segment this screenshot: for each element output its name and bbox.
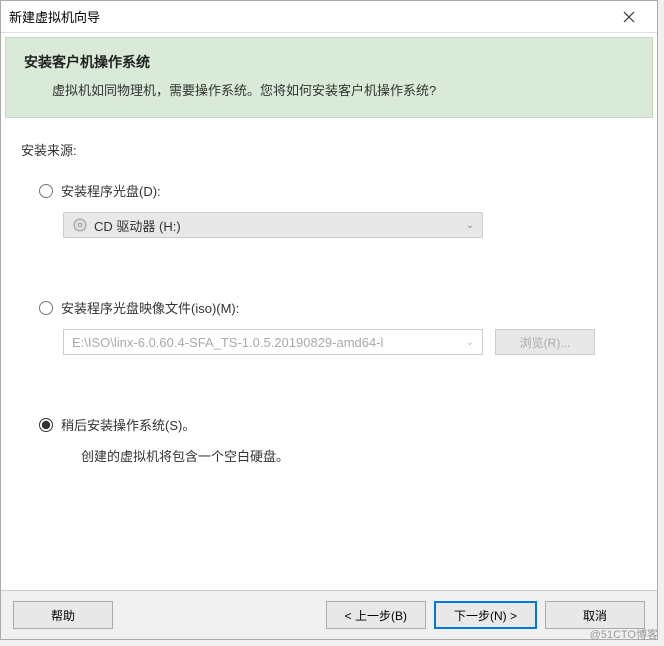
header-subtitle: 虚拟机如同物理机，需要操作系统。您将如何安装客户机操作系统? [24,80,634,99]
chevron-down-icon: ⌄ [466,337,474,348]
install-source-group: 安装程序光盘(D): CD 驱动器 (H:) ⌄ 安装程序光盘映像文件(iso)… [39,181,637,465]
close-icon [623,11,635,23]
browse-button[interactable]: 浏览(R)... [495,329,595,355]
titlebar: 新建虚拟机向导 [1,1,657,33]
radio-iso-label: 安装程序光盘映像文件(iso)(M): [61,298,239,317]
radio-disc[interactable] [39,184,53,198]
radio-option-iso[interactable]: 安装程序光盘映像文件(iso)(M): [39,298,637,317]
install-source-label: 安装来源: [21,140,637,159]
footer: 帮助 < 上一步(B) 下一步(N) > 取消 [1,590,657,639]
chevron-down-icon: ⌄ [466,220,474,231]
cancel-button[interactable]: 取消 [545,601,645,629]
disc-drive-dropdown[interactable]: CD 驱动器 (H:) ⌄ [63,212,483,238]
next-button[interactable]: 下一步(N) > [434,601,537,629]
help-button[interactable]: 帮助 [13,601,113,629]
radio-option-disc[interactable]: 安装程序光盘(D): [39,181,637,200]
content-area: 安装来源: 安装程序光盘(D): CD 驱动器 (H:) ⌄ 安装程序光盘映像文… [1,122,657,590]
wizard-window: 新建虚拟机向导 安装客户机操作系统 虚拟机如同物理机，需要操作系统。您将如何安装… [0,0,658,640]
radio-later-label: 稍后安装操作系统(S)。 [61,415,195,434]
back-button[interactable]: < 上一步(B) [326,601,426,629]
iso-input-row: E:\ISO\linx-6.0.60.4-SFA_TS-1.0.5.201908… [63,329,637,355]
iso-path-combo[interactable]: E:\ISO\linx-6.0.60.4-SFA_TS-1.0.5.201908… [63,329,483,355]
iso-path-value: E:\ISO\linx-6.0.60.4-SFA_TS-1.0.5.201908… [72,335,383,350]
cd-icon [72,217,88,233]
radio-disc-label: 安装程序光盘(D): [61,181,161,200]
disc-drive-value: CD 驱动器 (H:) [94,216,181,235]
window-title: 新建虚拟机向导 [9,7,100,26]
later-description: 创建的虚拟机将包含一个空白硬盘。 [81,446,637,465]
close-button[interactable] [609,3,649,31]
radio-later[interactable] [39,418,53,432]
watermark: @51CTO博客 [590,626,658,642]
header-panel: 安装客户机操作系统 虚拟机如同物理机，需要操作系统。您将如何安装客户机操作系统? [5,37,653,118]
header-title: 安装客户机操作系统 [24,52,634,72]
radio-iso[interactable] [39,301,53,315]
radio-option-later[interactable]: 稍后安装操作系统(S)。 [39,415,637,434]
